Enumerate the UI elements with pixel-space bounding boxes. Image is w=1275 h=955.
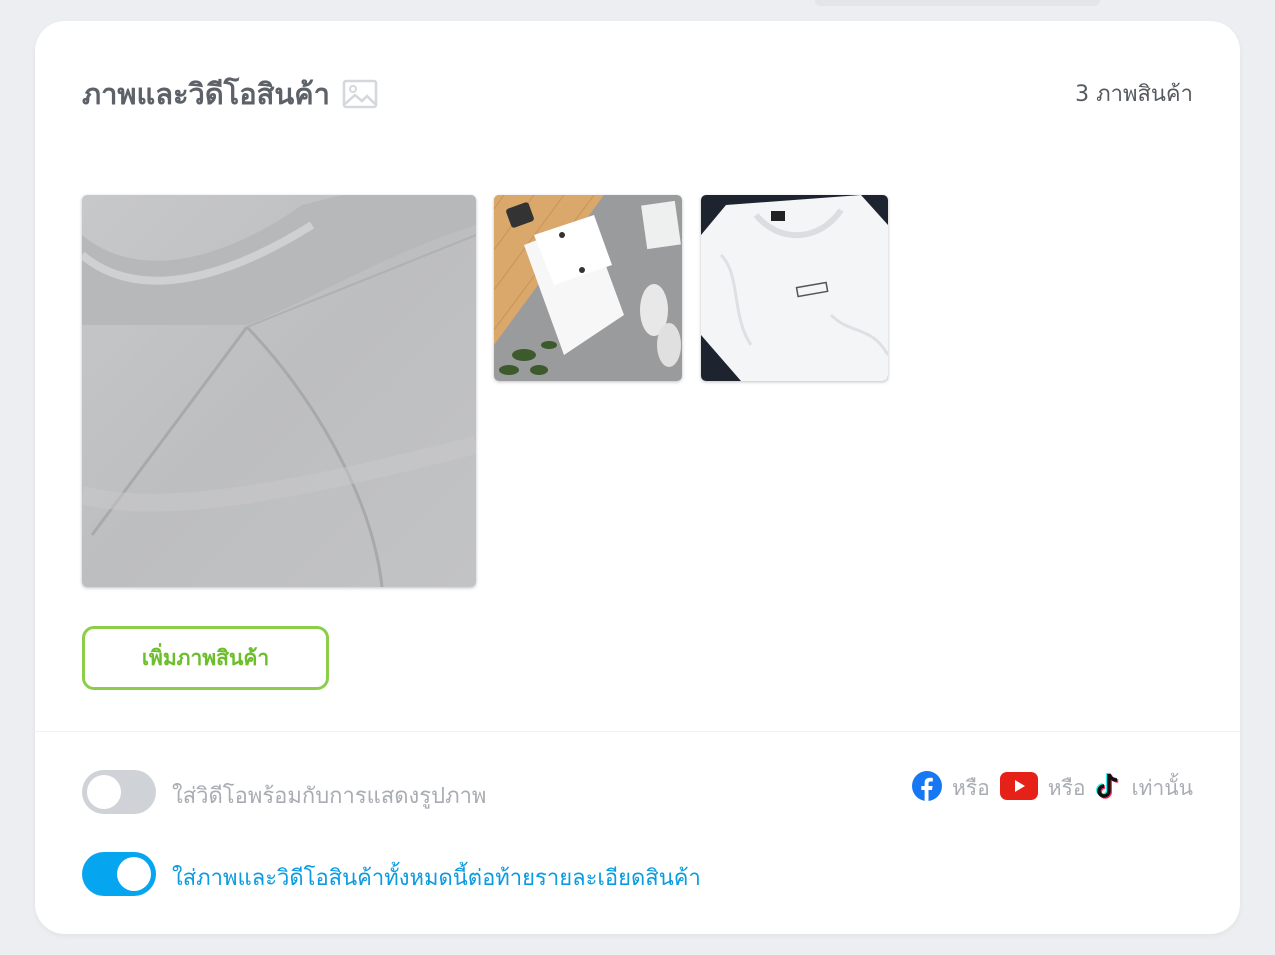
append-to-description-label: ใส่ภาพและวิดีโอสินค้าทั้งหมดนี้ต่อท้ายรา… <box>172 866 701 891</box>
video-with-images-label: ใส่วิดีโอพร้อมกับการแสดงรูปภาพ <box>172 784 487 809</box>
image-count: 3 ภาพสินค้า <box>1075 82 1193 107</box>
section-header: ภาพและวิดีโอสินค้า <box>82 71 378 117</box>
facebook-icon <box>912 771 942 806</box>
video-with-images-toggle[interactable] <box>82 770 156 814</box>
add-image-button[interactable]: เพิ่มภาพสินค้า <box>82 626 329 690</box>
toggle-knob <box>117 857 151 891</box>
or-text-1: หรือ <box>952 776 990 800</box>
section-title: ภาพและวิดีโอสินค้า <box>82 77 330 111</box>
only-text: เท่านั้น <box>1131 776 1193 800</box>
product-image-main[interactable] <box>82 195 476 587</box>
product-image-2[interactable] <box>494 195 682 381</box>
tiktok-icon <box>1095 772 1121 805</box>
append-to-description-toggle[interactable] <box>82 852 156 896</box>
divider <box>35 731 1240 732</box>
product-image-3[interactable] <box>701 195 888 381</box>
supported-platforms: หรือ หรือ เท่านั้น <box>912 771 1193 806</box>
or-text-2: หรือ <box>1047 776 1086 800</box>
image-icon <box>342 79 378 109</box>
top-tab-edge <box>815 0 1100 6</box>
product-media-card: ภาพและวิดีโอสินค้า 3 ภาพสินค้า เพิ่มภาพส… <box>35 21 1240 934</box>
youtube-icon <box>999 772 1038 805</box>
toggle-knob <box>87 775 121 809</box>
